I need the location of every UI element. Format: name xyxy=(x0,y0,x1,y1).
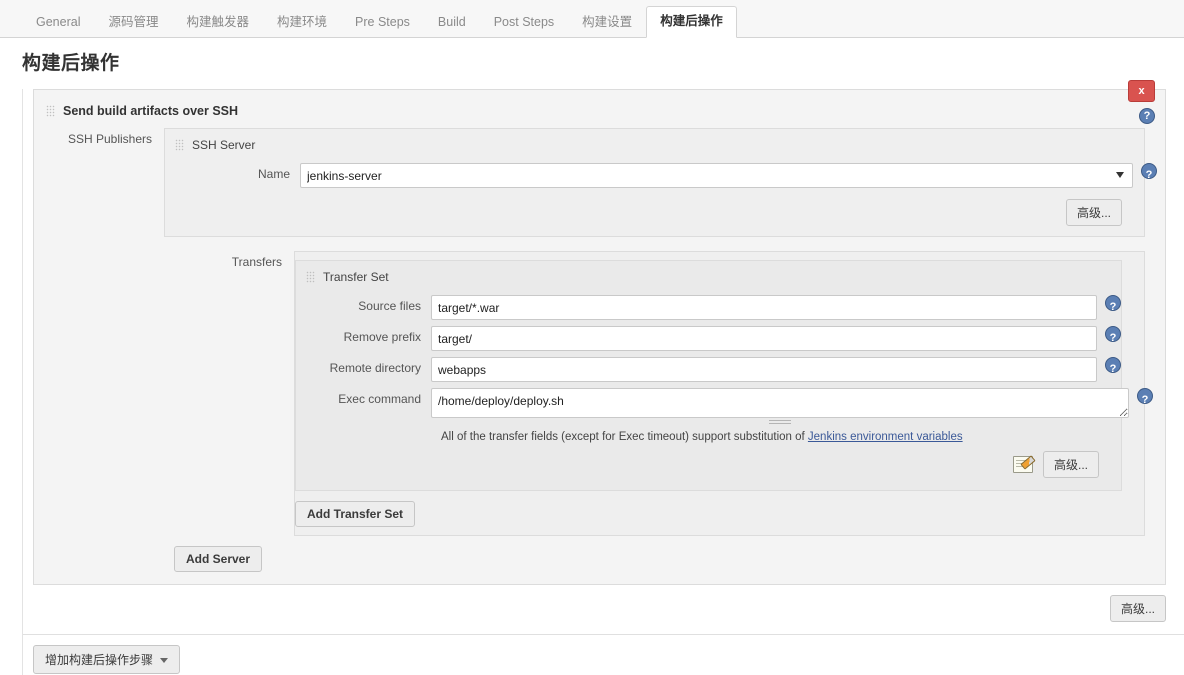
ssh-server-advanced-row: 高级... xyxy=(165,191,1144,226)
ssh-server-header: SSH Server xyxy=(165,137,1144,160)
ssh-server-name-label: Name xyxy=(257,167,290,181)
ssh-server-name-row: Name jenkins-server ? xyxy=(165,160,1157,191)
transfer-set-outer: Transfer Set Source files ? xyxy=(294,251,1153,536)
edit-note-icon[interactable] xyxy=(1012,456,1033,473)
source-files-help-icon[interactable]: ? xyxy=(1105,295,1121,313)
exec-command-help-icon[interactable]: ? xyxy=(1137,388,1153,406)
tab-build[interactable]: Build xyxy=(424,7,480,38)
add-post-build-step-button[interactable]: 增加构建后操作步骤 xyxy=(33,645,181,674)
transfer-set-section: Transfer Set Source files ? xyxy=(295,260,1153,491)
transfer-hint: All of the transfer fields (except for E… xyxy=(296,424,1121,443)
publisher-block-header: Send build artifacts over SSH xyxy=(34,100,1165,128)
source-files-label: Source files xyxy=(358,299,421,313)
transfer-set-advanced-row: 高级... xyxy=(296,443,1121,478)
exec-command-label: Exec command xyxy=(338,392,421,406)
remove-prefix-input[interactable] xyxy=(431,326,1097,351)
page-frame: x ? Send build artifacts over SSH SSH Pu… xyxy=(22,80,1184,675)
drag-grip-icon[interactable] xyxy=(46,105,55,117)
source-files-row: Source files ? xyxy=(296,292,1121,323)
bottom-advanced-button[interactable]: 高级... xyxy=(1109,595,1166,622)
bottom-advanced-row: 高级... xyxy=(23,585,1184,622)
help-icon[interactable]: ? xyxy=(1139,108,1155,124)
add-server-wrap: Add Server xyxy=(164,536,1165,572)
tab-build-environment[interactable]: 构建环境 xyxy=(263,7,341,38)
ssh-publishers-label: SSH Publishers xyxy=(67,132,152,146)
transfer-set-advanced-button[interactable]: 高级... xyxy=(1042,451,1099,478)
remote-directory-row: Remote directory ? xyxy=(296,354,1121,385)
remote-directory-label: Remote directory xyxy=(329,361,421,375)
transfers-content: Transfer Set Source files ? xyxy=(294,251,1165,536)
publisher-block-title: Send build artifacts over SSH xyxy=(63,104,239,118)
ssh-publishers-row: SSH Publishers SSH Server Name jenkins-s… xyxy=(34,128,1165,572)
drag-grip-icon[interactable] xyxy=(175,139,184,151)
remote-directory-input[interactable] xyxy=(431,357,1097,382)
ssh-server-title: SSH Server xyxy=(192,138,256,152)
add-transfer-set-wrap: Add Transfer Set xyxy=(295,491,1144,527)
tab-post-steps[interactable]: Post Steps xyxy=(480,7,568,38)
add-server-button[interactable]: Add Server xyxy=(174,546,263,572)
transfers-row: Transfers Transfer Set Source files targ… xyxy=(164,251,1165,536)
ssh-server-name-select[interactable]: jenkins-server xyxy=(300,163,1133,188)
add-transfer-set-button[interactable]: Add Transfer Set xyxy=(295,501,416,527)
transfer-hint-text: All of the transfer fields (except for E… xyxy=(441,431,808,443)
resize-handle-icon[interactable] xyxy=(769,419,791,425)
exec-command-textarea-wrap: /home/deploy/deploy.sh xyxy=(431,388,1129,425)
bottom-bar: 增加构建后操作步骤 xyxy=(23,634,1184,674)
ssh-publishers-content: SSH Server Name jenkins-server ? 高级... T… xyxy=(164,128,1165,572)
tab-post-build-actions[interactable]: 构建后操作 xyxy=(646,6,737,38)
tab-bar: General 源码管理 构建触发器 构建环境 Pre Steps Build … xyxy=(0,0,1184,38)
drag-grip-icon[interactable] xyxy=(306,271,315,283)
ssh-server-advanced-button[interactable]: 高级... xyxy=(1065,199,1122,226)
tab-source-management[interactable]: 源码管理 xyxy=(94,7,172,38)
source-files-input[interactable] xyxy=(431,295,1097,320)
remove-prefix-label: Remove prefix xyxy=(343,330,421,344)
tab-general[interactable]: General xyxy=(22,7,94,38)
add-post-build-step-label: 增加构建后操作步骤 xyxy=(45,653,154,667)
exec-command-textarea[interactable]: /home/deploy/deploy.sh xyxy=(431,388,1129,418)
publisher-block: x ? Send build artifacts over SSH SSH Pu… xyxy=(33,80,1166,585)
chevron-down-icon xyxy=(160,658,169,664)
tab-build-triggers[interactable]: 构建触发器 xyxy=(173,7,264,38)
exec-command-row: Exec command /home/deploy/deploy.sh ? xyxy=(296,385,1153,425)
exec-command-control: /home/deploy/deploy.sh ? xyxy=(431,388,1153,425)
jenkins-env-vars-link[interactable]: Jenkins environment variables xyxy=(808,431,963,443)
remote-directory-help-icon[interactable]: ? xyxy=(1105,357,1121,375)
remote-directory-control: ? xyxy=(431,357,1121,382)
transfer-set-header: Transfer Set xyxy=(296,269,1121,292)
ssh-server-name-help-icon[interactable]: ? xyxy=(1141,163,1157,181)
tab-build-settings[interactable]: 构建设置 xyxy=(568,7,646,38)
page-title: 构建后操作 xyxy=(22,53,120,74)
delete-publisher-button[interactable]: x xyxy=(1128,80,1155,102)
remove-prefix-row: Remove prefix ? xyxy=(296,323,1121,354)
ssh-server-name-control: jenkins-server ? xyxy=(300,163,1157,188)
remove-prefix-control: ? xyxy=(431,326,1121,351)
transfer-set-title: Transfer Set xyxy=(323,270,389,284)
ssh-server-section: SSH Server Name jenkins-server ? 高级... xyxy=(164,128,1157,237)
remove-prefix-help-icon[interactable]: ? xyxy=(1105,326,1121,344)
tab-pre-steps[interactable]: Pre Steps xyxy=(341,7,424,38)
source-files-control: ? xyxy=(431,295,1121,320)
transfers-label: Transfers xyxy=(231,255,282,269)
ssh-server-name-select-wrap: jenkins-server xyxy=(300,163,1133,188)
